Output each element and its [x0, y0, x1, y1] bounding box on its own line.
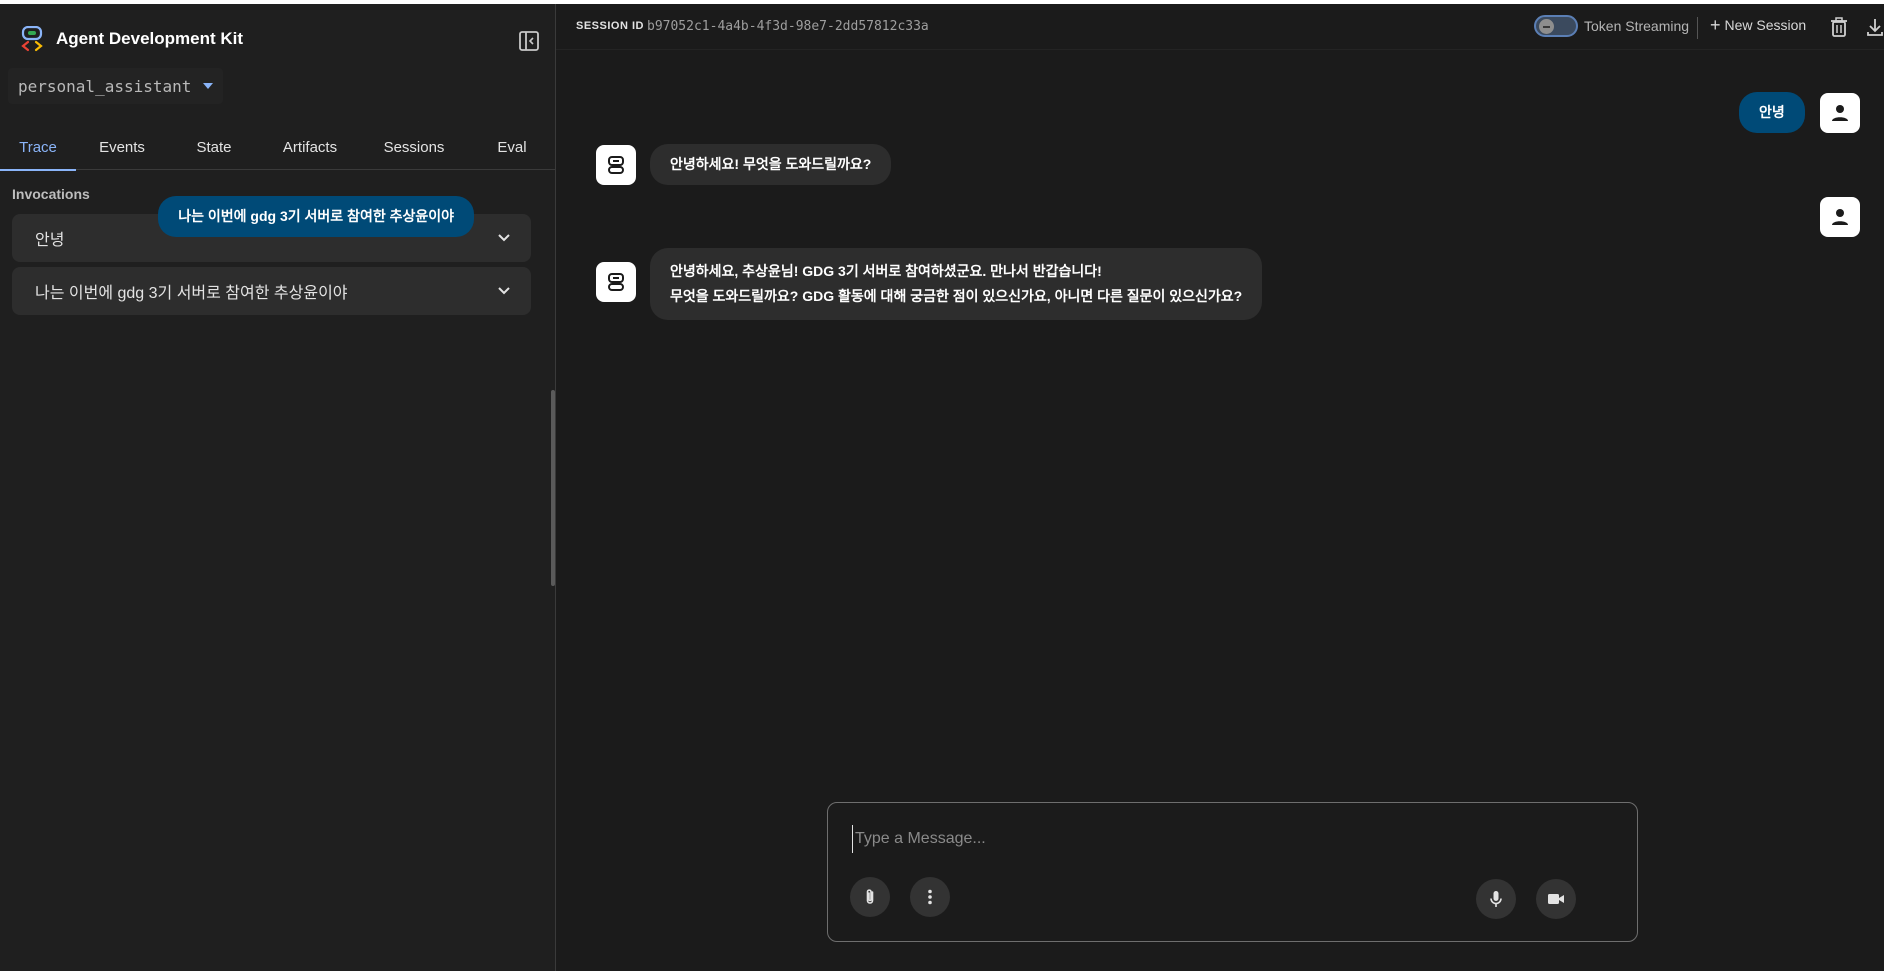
person-icon	[1832, 105, 1848, 121]
tab-eval[interactable]: Eval	[468, 124, 556, 170]
plus-icon: +	[1710, 15, 1721, 35]
person-icon	[1832, 209, 1848, 225]
chat-panel: SESSION ID b97052c1-4a4b-4f3d-98e7-2dd57…	[158, 4, 1884, 971]
chat-header: SESSION ID b97052c1-4a4b-4f3d-98e7-2dd57…	[556, 4, 1884, 50]
user-bubble: 안녕	[1739, 92, 1805, 133]
more-vert-icon	[928, 889, 932, 905]
message-composer	[827, 802, 1638, 942]
bot-bubble: 안녕하세요! 무엇을 도와드릴까요?	[650, 144, 892, 185]
new-session-label: New Session	[1724, 17, 1807, 33]
agent-name: personal_assistant	[18, 76, 192, 96]
tab-trace[interactable]: Trace	[0, 124, 76, 171]
bot-avatar	[596, 262, 636, 302]
agent-selector[interactable]: personal_assistant	[8, 68, 224, 104]
session-id-value: b97052c1-4a4b-4f3d-98e7-2dd57812c33a	[647, 19, 929, 34]
message-text: 안녕하세요! 무엇을 도와드릴까요?	[670, 156, 872, 172]
message-text: 나는 이번에 gdg 3기 서버로 참여한 추상윤이야	[178, 208, 454, 224]
app-title: Agent Development Kit	[56, 29, 244, 48]
paperclip-icon	[866, 889, 874, 904]
new-session-button[interactable]: + New Session	[1710, 16, 1806, 34]
invocation-text: 나는 이번에 gdg 3기 서버로 참여한 추상윤이야	[35, 285, 348, 302]
session-id-label: SESSION ID	[576, 20, 644, 32]
message-text: 안녕	[1759, 104, 1785, 120]
header-divider	[1697, 17, 1698, 39]
tab-sessions[interactable]: Sessions	[360, 124, 468, 170]
sidebar-collapse-icon[interactable]	[518, 30, 540, 52]
chevron-down-icon	[498, 287, 510, 295]
user-bubble: 나는 이번에 gdg 3기 서버로 참여한 추상윤이야	[158, 196, 474, 237]
sidebar: Agent Development Kit personal_assistant…	[0, 4, 556, 971]
bot-avatar	[596, 145, 636, 185]
microphone-button[interactable]	[1476, 879, 1516, 919]
bot-bubble: 안녕하세요, 추상윤님! GDG 3기 서버로 참여하셨군요. 만나서 반갑습니…	[650, 248, 1263, 320]
message-input[interactable]	[852, 825, 1612, 853]
sidebar-scrollbar[interactable]	[551, 390, 555, 586]
message-text: 무엇을 도와드릴까요? GDG 활동에 대해 궁금한 점이 있으신가요, 아니면…	[670, 288, 1243, 304]
tab-artifacts[interactable]: Artifacts	[260, 124, 360, 170]
sidebar-tabs: Trace Events State Artifacts Sessions Ev…	[0, 124, 556, 171]
token-streaming-label: Token Streaming	[1584, 18, 1690, 34]
brand: Agent Development Kit	[20, 26, 243, 52]
user-avatar	[1820, 197, 1860, 237]
user-avatar	[1820, 93, 1860, 133]
videocam-icon	[1548, 894, 1564, 904]
mic-icon	[1490, 891, 1502, 907]
tab-state[interactable]: State	[168, 124, 260, 170]
bot-icon	[608, 156, 624, 174]
token-streaming-toggle[interactable]	[1534, 15, 1578, 37]
bot-icon	[608, 273, 624, 291]
invocation-text: 안녕	[35, 232, 65, 249]
invocation-item[interactable]: 나는 이번에 gdg 3기 서버로 참여한 추상윤이야	[12, 267, 531, 315]
toggle-knob	[1539, 19, 1554, 34]
download-icon[interactable]	[1866, 17, 1884, 37]
adk-logo-icon	[21, 26, 43, 52]
tab-events[interactable]: Events	[76, 124, 168, 170]
chevron-down-icon	[498, 234, 510, 242]
more-options-button[interactable]	[910, 877, 950, 917]
app-root: Agent Development Kit personal_assistant…	[0, 4, 1884, 971]
invocations-heading: Invocations	[12, 186, 90, 202]
video-button[interactable]	[1536, 879, 1576, 919]
dropdown-caret-icon	[203, 83, 214, 89]
message-text: 안녕하세요, 추상윤님! GDG 3기 서버로 참여하셨군요. 만나서 반갑습니…	[670, 263, 1102, 279]
attach-button[interactable]	[850, 877, 890, 917]
trash-icon[interactable]	[1830, 17, 1848, 37]
